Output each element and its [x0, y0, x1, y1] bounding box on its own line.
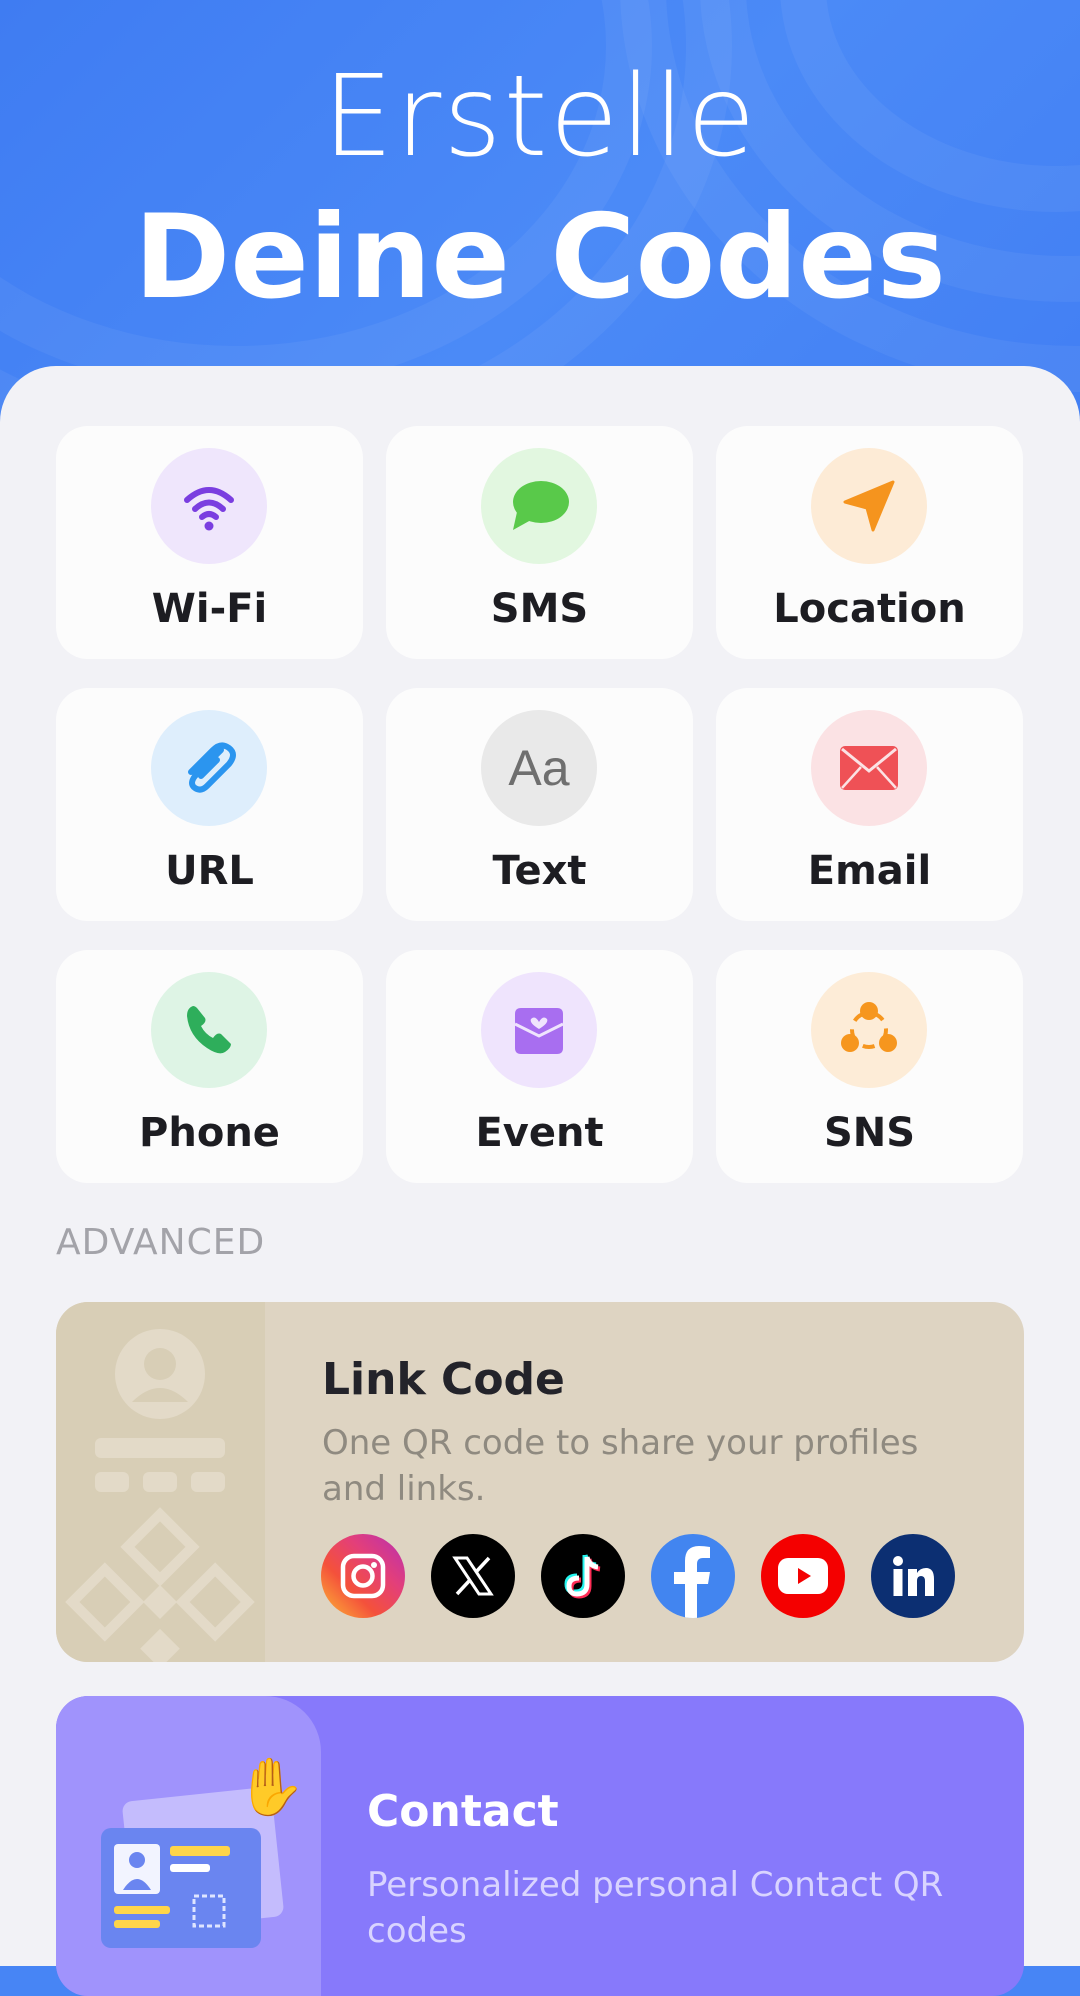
hero-banner: Erstelle Deine Codes — [0, 0, 1080, 420]
tile-label: Event — [475, 1110, 604, 1156]
x-icon — [431, 1534, 515, 1618]
tile-sns[interactable]: SNS — [716, 950, 1023, 1183]
tile-label: Location — [773, 586, 966, 632]
envelope-icon — [811, 710, 927, 826]
tile-sms[interactable]: SMS — [386, 426, 693, 659]
tile-label: SMS — [490, 586, 589, 632]
tile-label: Text — [492, 848, 587, 894]
contact-description: Personalized personal Contact QR codes — [367, 1865, 944, 1951]
tile-label: Wi-Fi — [151, 586, 268, 632]
tile-label: SNS — [823, 1110, 916, 1156]
tiktok-icon — [541, 1534, 625, 1618]
hero-title-line2: Deine Codes — [134, 190, 946, 325]
link-code-illustration — [56, 1302, 265, 1662]
wifi-icon — [151, 448, 267, 564]
youtube-icon — [761, 1534, 845, 1618]
chat-bubble-icon — [481, 448, 597, 564]
tile-location[interactable]: Location — [716, 426, 1023, 659]
link-code-card[interactable]: Link Code One QR code to share your prof… — [56, 1302, 1024, 1662]
paperclip-icon — [151, 710, 267, 826]
contact-title: Contact — [367, 1786, 559, 1837]
tile-email[interactable]: Email — [716, 688, 1023, 921]
tile-label: Phone — [139, 1110, 280, 1156]
location-arrow-icon — [811, 448, 927, 564]
tile-label: Email — [807, 848, 932, 894]
text-aa-icon: Aa — [481, 710, 597, 826]
tile-url[interactable]: URL — [56, 688, 363, 921]
linkedin-icon — [871, 1534, 955, 1618]
contact-illustration: ✋ — [56, 1696, 321, 1996]
phone-icon — [151, 972, 267, 1088]
tile-event[interactable]: Event — [386, 950, 693, 1183]
svg-text:✋: ✋ — [236, 1755, 306, 1820]
calendar-heart-icon — [481, 972, 597, 1088]
instagram-icon — [321, 1534, 405, 1618]
share-nodes-icon — [811, 972, 927, 1088]
contact-card[interactable]: ✋ Contact Personalized personal Contact … — [56, 1696, 1024, 1996]
section-label-advanced: ADVANCED — [56, 1222, 266, 1263]
text-aa-glyph: Aa — [508, 740, 570, 796]
facebook-icon — [651, 1534, 735, 1618]
tile-text[interactable]: Aa Text — [386, 688, 693, 921]
tile-label: URL — [165, 848, 254, 894]
hero-title-line1: Erstelle — [322, 52, 758, 182]
tile-phone[interactable]: Phone — [56, 950, 363, 1183]
link-code-description: One QR code to share your profiles and l… — [322, 1423, 919, 1509]
link-code-title: Link Code — [322, 1354, 565, 1405]
tile-wifi[interactable]: Wi-Fi — [56, 426, 363, 659]
